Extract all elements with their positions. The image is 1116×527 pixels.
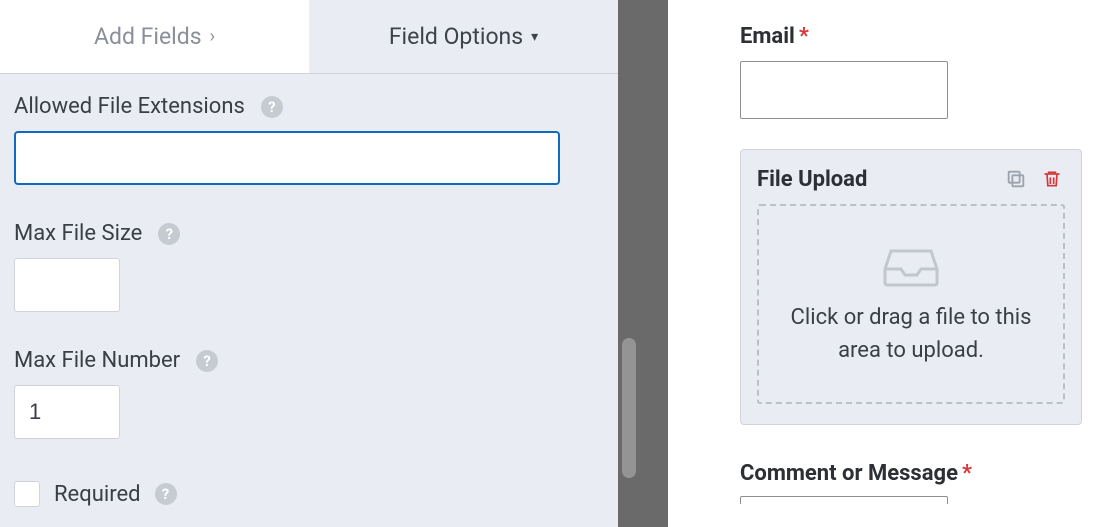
option-allowed-extensions: Allowed File Extensions ? — [14, 94, 604, 185]
help-icon[interactable]: ? — [155, 483, 177, 505]
comment-label: Comment or Message* — [740, 461, 1116, 486]
email-input[interactable] — [740, 61, 948, 119]
max-file-number-input[interactable] — [14, 385, 120, 439]
dropzone-text: Click or drag a file to this area to upl… — [759, 301, 1063, 367]
card-actions — [1003, 166, 1065, 192]
options-panel: Allowed File Extensions ? Max File Size … — [0, 74, 618, 527]
sidebar-tabs: Add Fields › Field Options ▾ — [0, 0, 618, 74]
label-text: Email — [740, 24, 795, 49]
email-label: Email* — [740, 24, 1116, 49]
max-file-size-input[interactable] — [14, 258, 120, 312]
inbox-icon — [883, 241, 939, 289]
card-header: File Upload — [757, 166, 1065, 192]
preview-margin — [668, 0, 740, 527]
option-label: Allowed File Extensions — [14, 94, 245, 119]
option-required: Required ? — [14, 481, 604, 507]
option-max-file-number: Max File Number ? — [14, 348, 604, 439]
option-max-file-size: Max File Size ? — [14, 221, 604, 312]
tab-add-fields[interactable]: Add Fields › — [0, 0, 309, 73]
chevron-down-icon: ▾ — [531, 29, 538, 45]
required-asterisk-icon: * — [799, 24, 809, 49]
required-asterisk-icon: * — [962, 461, 972, 486]
comment-input[interactable] — [740, 496, 948, 504]
option-label: Max File Size — [14, 221, 142, 246]
help-icon[interactable]: ? — [196, 350, 218, 372]
form-preview: Email* File Upload — [740, 0, 1116, 527]
file-dropzone[interactable]: Click or drag a file to this area to upl… — [757, 204, 1065, 404]
field-options-sidebar: Add Fields › Field Options ▾ Allowed Fil… — [0, 0, 618, 527]
tab-label: Add Fields — [94, 23, 202, 50]
help-icon[interactable]: ? — [158, 223, 180, 245]
option-label: Max File Number — [14, 348, 180, 373]
tab-label: Field Options — [389, 23, 523, 50]
chevron-right-icon: › — [210, 26, 215, 47]
allowed-extensions-input[interactable] — [14, 131, 560, 185]
trash-icon[interactable] — [1039, 166, 1065, 192]
scrollbar-handle[interactable] — [622, 338, 636, 478]
required-label: Required — [54, 482, 141, 507]
duplicate-icon[interactable] — [1003, 166, 1029, 192]
required-checkbox[interactable] — [14, 481, 40, 507]
help-icon[interactable]: ? — [261, 96, 283, 118]
file-upload-card[interactable]: File Upload — [740, 149, 1082, 425]
card-title: File Upload — [757, 167, 867, 192]
tab-field-options[interactable]: Field Options ▾ — [309, 0, 618, 73]
label-text: Comment or Message — [740, 461, 958, 486]
